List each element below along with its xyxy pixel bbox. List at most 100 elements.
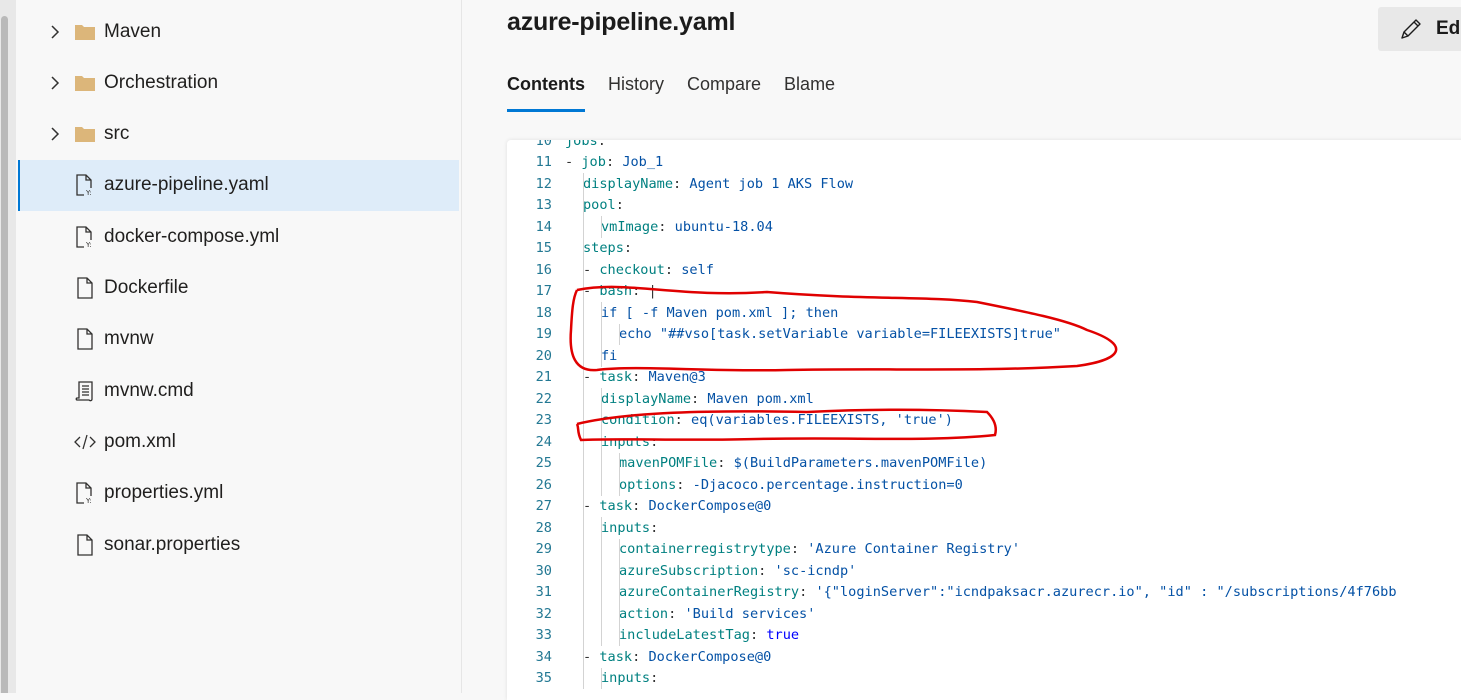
tree-file[interactable]: pom.xml <box>18 416 459 467</box>
code-line: 32 action: 'Build services' <box>507 603 1397 625</box>
tab-contents[interactable]: Contents <box>507 74 585 112</box>
line-number: 32 <box>535 605 552 622</box>
edit-button[interactable]: Edit <box>1378 7 1461 51</box>
edit-button-label: Edit <box>1436 18 1461 39</box>
indent-guide <box>583 302 584 324</box>
indent-guide <box>601 667 602 689</box>
code-token: if [ -f Maven pom.xml ]; then <box>601 304 839 321</box>
code-token: 'Build services' <box>684 605 816 622</box>
code-text: - task: DockerCompose@0 <box>565 498 771 514</box>
pencil-icon <box>1398 16 1424 42</box>
code-text: inputs: <box>565 520 658 536</box>
tree-item-label: src <box>104 123 130 145</box>
line-number: 30 <box>535 562 552 579</box>
indent-guide <box>601 603 602 625</box>
tree-file[interactable]: Y: azure-pipeline.yaml <box>18 159 459 211</box>
code-file-icon <box>74 431 96 453</box>
code-token: steps <box>583 240 624 257</box>
yaml-file-icon: Y: <box>74 482 96 504</box>
indent-guide <box>583 409 584 431</box>
tab-history[interactable]: History <box>608 74 664 112</box>
code-token: inputs <box>601 670 651 687</box>
code-text: - checkout: self <box>565 262 714 278</box>
code-editor[interactable]: 10 jobs: 11- job: Job_1 12 displayName: Agen… <box>507 140 1461 700</box>
code-token: options <box>619 476 677 493</box>
code-line: 30 azureSubscription: 'sc-icndp' <box>507 560 1397 582</box>
indent-guide <box>601 409 602 431</box>
indent-guide <box>601 345 602 367</box>
code-line: 29 containerregistrytype: 'Azure Containe… <box>507 538 1397 560</box>
tree-folder[interactable]: Orchestration <box>18 57 459 108</box>
code-token: : <box>632 369 649 386</box>
code-text: azureContainerRegistry: '{"loginServer":… <box>565 584 1397 600</box>
tree-file[interactable]: Y: properties.yml <box>18 468 459 519</box>
tree-file[interactable]: sonar.properties <box>18 519 459 570</box>
indent-guide <box>601 216 602 238</box>
code-token: : <box>790 541 808 558</box>
code-token: Agent job 1 AKS Flow <box>689 175 854 192</box>
code-line: 22 displayName: Maven pom.xml <box>507 388 1397 410</box>
indent-guide <box>601 517 602 539</box>
indent-guide <box>583 581 584 603</box>
chevron-right-icon[interactable] <box>48 24 62 39</box>
tab-blame[interactable]: Blame <box>784 74 835 112</box>
tree-folder[interactable]: Maven <box>18 6 459 57</box>
indent-guide <box>601 538 602 560</box>
code-token: : <box>615 197 624 214</box>
line-number: 22 <box>535 390 552 407</box>
tree-file[interactable]: Dockerfile <box>18 263 459 314</box>
indent-guide <box>583 560 584 582</box>
tree-item-label: mvnw.cmd <box>104 379 194 401</box>
tree-file[interactable]: Y: docker-compose.yml <box>18 211 459 262</box>
code-token: mavenPOMFile <box>619 455 718 472</box>
code-token: : <box>749 627 767 644</box>
code-token: : <box>664 261 682 278</box>
code-token: Job_1 <box>622 154 664 171</box>
folder-icon <box>74 123 96 145</box>
line-number: 31 <box>535 584 552 601</box>
code-token: bash <box>599 283 633 300</box>
code-token: : <box>632 648 649 665</box>
code-line: 33 includeLatestTag: true <box>507 624 1397 646</box>
code-line: 11- job: Job_1 <box>507 152 1397 174</box>
code-text: inputs: <box>565 670 658 686</box>
code-text: condition: eq(variables.FILEEXISTS, 'tru… <box>565 412 953 428</box>
tree-file[interactable]: mvnw.cmd <box>18 365 459 416</box>
chevron-right-icon[interactable] <box>48 76 62 90</box>
line-number: 27 <box>535 498 552 515</box>
tree-folder[interactable]: src <box>18 109 459 160</box>
indent-guide <box>601 560 602 582</box>
code-text: - task: DockerCompose@0 <box>565 649 771 665</box>
tree-file[interactable]: mvnw <box>18 314 459 365</box>
code-line: 12 displayName: Agent job 1 AKS Flow <box>507 173 1397 195</box>
tree-item-label: docker-compose.yml <box>104 225 280 247</box>
line-number: 18 <box>535 304 552 321</box>
indent-guide <box>601 581 602 603</box>
indent-guide <box>583 517 584 539</box>
code-token: 'Azure Container Registry' <box>807 541 1021 558</box>
scrollbar-thumb[interactable] <box>1 16 8 693</box>
code-token: containerregistrytype <box>619 541 791 558</box>
sidebar-scrollbar[interactable] <box>0 0 16 693</box>
indent-guide <box>583 431 584 453</box>
code-token: -Djacoco.percentage.instruction=0 <box>692 476 963 493</box>
code-text: inputs: <box>565 434 658 450</box>
chevron-right-icon[interactable] <box>48 127 62 141</box>
line-number: 33 <box>535 627 552 644</box>
code-text: if [ -f Maven pom.xml ]; then <box>565 305 838 321</box>
code-token: jobs <box>565 140 598 149</box>
code-token: $(BuildParameters.mavenPOMFile) <box>733 455 988 472</box>
code-token: : <box>668 605 685 622</box>
line-number: 21 <box>535 369 552 386</box>
line-number: 14 <box>535 218 552 235</box>
code-token: : <box>673 175 690 192</box>
indent-guide <box>583 237 584 259</box>
yaml-file-icon: Y: <box>74 226 96 248</box>
tab-compare[interactable]: Compare <box>687 74 761 112</box>
code-line: 24 inputs: <box>507 431 1397 453</box>
code-token: '{"loginServer":"icndpaksacr.azurecr.io"… <box>815 584 1397 601</box>
code-line: 28 inputs: <box>507 517 1397 539</box>
code-token: : <box>799 584 816 601</box>
code-text: echo "##vso[task.setVariable variable=FI… <box>565 326 1061 342</box>
indent-guide <box>583 495 584 517</box>
